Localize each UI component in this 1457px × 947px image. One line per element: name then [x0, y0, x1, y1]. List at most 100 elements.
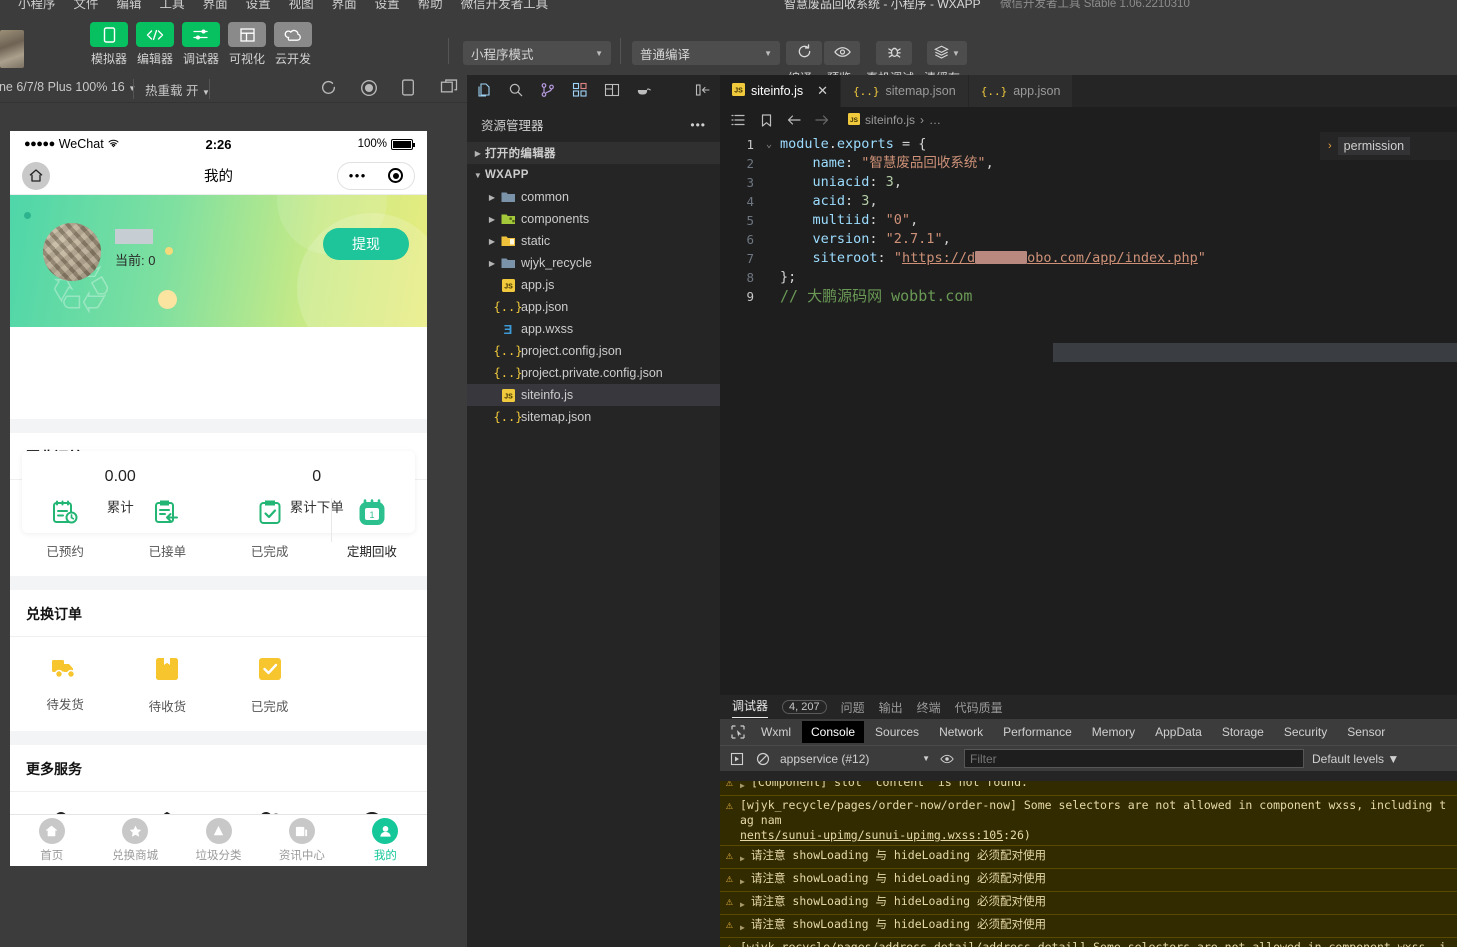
tree-item-siteinfo-js[interactable]: JS siteinfo.js	[467, 384, 720, 406]
editor-tab-sitemap-json[interactable]: {..} sitemap.json	[841, 75, 969, 107]
console-log-entry[interactable]: ⚠ [wjyk_recycle/pages/order-now/order-no…	[720, 796, 1457, 846]
tree-item-project-config[interactable]: {..} project.config.json	[467, 340, 720, 362]
simulator-refresh-button[interactable]	[320, 79, 340, 99]
more-dots-icon[interactable]: •••	[349, 168, 367, 183]
devtools-tab-wxml[interactable]: Wxml	[752, 721, 800, 743]
tree-item-wjyk-recycle[interactable]: ▶ wjyk_recycle	[467, 252, 720, 274]
eye-icon[interactable]	[938, 750, 956, 768]
menu-item[interactable]: 小程序	[18, 0, 56, 12]
permission-panel[interactable]: › permission	[1320, 132, 1457, 160]
menu-item[interactable]: 帮助	[418, 0, 443, 12]
console-log-entry[interactable]: ⚠ ▶ 请注意 showLoading 与 hideLoading 必须配对使用	[720, 915, 1457, 938]
tree-item-sitemap-json[interactable]: {..} sitemap.json	[467, 406, 720, 428]
clear-cache-button[interactable]: ▼	[927, 41, 967, 65]
devtools-tab-network[interactable]: Network	[930, 721, 992, 743]
outline-icon[interactable]	[730, 112, 746, 128]
expand-triangle-icon[interactable]: ▶	[740, 848, 751, 866]
home-icon[interactable]	[22, 162, 50, 190]
preview-button[interactable]	[824, 41, 860, 65]
console-context-select[interactable]: appservice (#12) ▼	[780, 752, 930, 766]
layout-icon[interactable]	[603, 81, 621, 99]
device-select[interactable]: one 6/7/8 Plus 100% 16 ▼	[0, 80, 136, 94]
menu-item[interactable]: 界面	[203, 0, 228, 12]
order-status-reserved[interactable]: 已预约	[14, 498, 116, 560]
source-control-icon[interactable]	[539, 81, 557, 99]
debugger-tab-problems[interactable]: 问题	[841, 699, 865, 716]
devtools-tab-console[interactable]: Console	[802, 721, 864, 743]
real-device-debug-button[interactable]	[876, 41, 912, 65]
debugger-tab-code-quality[interactable]: 代码质量	[955, 699, 1003, 716]
close-icon[interactable]: ✕	[817, 83, 828, 99]
docker-icon[interactable]	[635, 81, 653, 99]
menu-item[interactable]: 设置	[246, 0, 271, 12]
debugger-tab-debugger[interactable]: 调试器	[732, 697, 768, 718]
tree-item-common[interactable]: ▶ common	[467, 186, 720, 208]
exchange-status-pending-ship[interactable]: 待发货	[14, 655, 116, 715]
ellipsis-icon[interactable]: •••	[690, 118, 706, 132]
wechat-capsule[interactable]: •••	[337, 162, 415, 190]
editor-tab-siteinfo-js[interactable]: JS siteinfo.js ✕	[720, 75, 841, 107]
console-log-entry[interactable]: ⚠ ▶ [Component] slot "content" is not fo…	[720, 781, 1457, 796]
exchange-status-pending-receive[interactable]: 待收货	[116, 655, 218, 715]
bookmark-icon[interactable]	[758, 112, 774, 128]
devtools-tab-sources[interactable]: Sources	[866, 721, 928, 743]
console-log-entry[interactable]: ⚠ ▶ 请注意 showLoading 与 hideLoading 必须配对使用	[720, 846, 1457, 869]
tree-item-app-wxss[interactable]: Ǝ app.wxss	[467, 318, 720, 340]
devtools-tab-appdata[interactable]: AppData	[1146, 721, 1211, 743]
devtools-tab-memory[interactable]: Memory	[1083, 721, 1144, 743]
menu-item[interactable]: 视图	[289, 0, 314, 12]
simulator-record-button[interactable]	[360, 79, 380, 99]
user-avatar[interactable]	[0, 30, 24, 68]
tree-item-project-private-config[interactable]: {..} project.private.config.json	[467, 362, 720, 384]
tab-mall[interactable]: 兑换商城	[93, 818, 176, 863]
order-status-completed[interactable]: 已完成	[219, 498, 321, 560]
expand-triangle-icon[interactable]: ▶	[740, 871, 751, 889]
debugger-toggle-button[interactable]: 调试器	[182, 22, 220, 67]
tab-garbage-sorting[interactable]: 垃圾分类	[177, 818, 260, 863]
compile-select[interactable]: 普通编译 ▼	[632, 41, 780, 65]
devtools-tab-storage[interactable]: Storage	[1213, 721, 1273, 743]
menu-item[interactable]: 微信开发者工具	[461, 0, 549, 12]
simulator-window-button[interactable]	[440, 79, 460, 99]
back-arrow-icon[interactable]	[786, 112, 802, 128]
console-log-list[interactable]: ⚠ ▶ [Component] slot "content" is not fo…	[720, 781, 1457, 947]
collapse-panel-icon[interactable]	[694, 81, 712, 99]
tree-item-components[interactable]: ▶ components	[467, 208, 720, 230]
menu-item[interactable]: 文件	[74, 0, 99, 12]
search-icon[interactable]	[507, 81, 525, 99]
chevron-right-icon[interactable]: ›	[1328, 140, 1332, 152]
simulator-rotate-button[interactable]	[401, 79, 421, 99]
order-status-scheduled-recycle[interactable]: 1 定期回收	[321, 498, 423, 560]
files-icon[interactable]	[475, 81, 493, 99]
editor-toggle-button[interactable]: 编辑器	[136, 22, 174, 67]
tree-item-app-js[interactable]: JS app.js	[467, 274, 720, 296]
tab-profile[interactable]: 我的	[344, 818, 427, 863]
menu-item[interactable]: 设置	[375, 0, 400, 12]
console-log-entry[interactable]: ⚠ [wjyk_recycle/pages/address-detail/add…	[720, 938, 1457, 947]
expand-triangle-icon[interactable]: ▶	[740, 781, 751, 793]
breadcrumb-path[interactable]: JS siteinfo.js › …	[848, 113, 941, 128]
exchange-status-completed[interactable]: 已完成	[219, 655, 321, 715]
withdraw-button[interactable]: 提现	[323, 228, 409, 260]
devtools-tab-performance[interactable]: Performance	[994, 721, 1081, 743]
tree-item-static[interactable]: ▶ static	[467, 230, 720, 252]
order-status-accepted[interactable]: 已接单	[116, 498, 218, 560]
fold-toggle-icon[interactable]: ⌄	[766, 135, 780, 154]
debugger-tab-output[interactable]: 输出	[879, 699, 903, 716]
console-log-entry[interactable]: ⚠ ▶ 请注意 showLoading 与 hideLoading 必须配对使用	[720, 892, 1457, 915]
tab-home[interactable]: 首页	[10, 818, 93, 863]
menu-item[interactable]: 工具	[160, 0, 185, 12]
expand-triangle-icon[interactable]: ▶	[740, 917, 751, 935]
tree-item-app-json[interactable]: {..} app.json	[467, 296, 720, 318]
hot-reload-select[interactable]: 热重载 开 ▼	[145, 80, 210, 99]
devtools-tab-sensor[interactable]: Sensor	[1338, 721, 1394, 743]
avatar[interactable]	[43, 223, 101, 281]
menu-item[interactable]: 编辑	[117, 0, 142, 12]
compile-button[interactable]	[786, 41, 822, 65]
cloud-dev-button[interactable]: 云开发	[274, 22, 312, 67]
explorer-section-open-editors[interactable]: ▶ 打开的编辑器	[467, 142, 720, 164]
forward-arrow-icon[interactable]	[814, 112, 830, 128]
phone-simulator[interactable]: ●●●●● WeChat 2:26 100% 我的 ••	[10, 131, 427, 866]
console-log-link[interactable]: nents/sunui-upimg/sunui-upimg.wxss:105	[740, 828, 1003, 842]
menu-item[interactable]: 界面	[332, 0, 357, 12]
